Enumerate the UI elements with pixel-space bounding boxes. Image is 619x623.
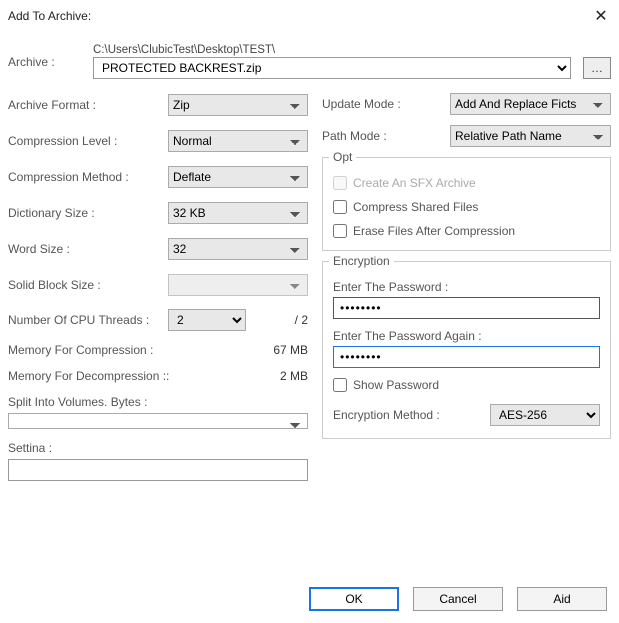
solid-block-size-select[interactable] (168, 274, 308, 296)
settings-input[interactable] (8, 459, 308, 481)
window-title: Add To Archive: (8, 9, 91, 23)
encryption-method-label: Encryption Method : (333, 408, 482, 422)
sfx-checkbox (333, 176, 347, 190)
encryption-method-select[interactable]: AES-256 (490, 404, 600, 426)
word-size-select[interactable]: 32 (168, 238, 308, 260)
split-volumes-label: Split Into Volumes. Bytes : (8, 395, 308, 409)
shared-files-checkbox[interactable] (333, 200, 347, 214)
word-size-label: Word Size : (8, 242, 168, 256)
password-label: Enter The Password : (333, 280, 600, 294)
compression-method-select[interactable]: Deflate (168, 166, 308, 188)
options-group: Opt Create An SFX Archive Compress Share… (322, 157, 611, 251)
browse-button[interactable]: … (583, 57, 611, 79)
encryption-title: Encryption (329, 254, 394, 268)
show-password-label: Show Password (353, 378, 439, 392)
archive-path: C:\Users\ClubicTest\Desktop\TEST\ (93, 44, 611, 57)
password-input[interactable] (333, 297, 600, 319)
archive-format-label: Archive Format : (8, 98, 168, 112)
dictionary-size-select[interactable]: 32 KB (168, 202, 308, 224)
sfx-label: Create An SFX Archive (353, 176, 476, 190)
archive-label: Archive : (8, 55, 83, 69)
archive-format-select[interactable]: Zip (168, 94, 308, 116)
path-mode-label: Path Mode : (322, 129, 442, 143)
compression-level-label: Compression Level : (8, 134, 168, 148)
update-mode-label: Update Mode : (322, 97, 442, 111)
encryption-group: Encryption Enter The Password : Enter Th… (322, 261, 611, 439)
options-title: Opt (329, 150, 356, 164)
cpu-threads-max: / 2 (295, 313, 308, 327)
ok-button[interactable]: OK (309, 587, 399, 611)
solid-block-size-label: Solid Block Size : (8, 278, 168, 292)
cpu-threads-label: Number Of CPU Threads : (8, 313, 168, 327)
erase-after-label: Erase Files After Compression (353, 224, 515, 238)
password-again-input[interactable] (333, 346, 600, 368)
mem-compression-label: Memory For Compression : (8, 343, 153, 357)
archive-filename-select[interactable]: PROTECTED BACKREST.zip (93, 57, 571, 79)
cpu-threads-select[interactable]: 2 (168, 309, 246, 331)
compression-level-select[interactable]: Normal (168, 130, 308, 152)
cancel-button[interactable]: Cancel (413, 587, 503, 611)
shared-files-label: Compress Shared Files (353, 200, 478, 214)
close-icon[interactable]: ✕ (591, 6, 611, 26)
password-again-label: Enter The Password Again : (333, 329, 600, 343)
mem-compression-value: 67 MB (273, 343, 308, 357)
dictionary-size-label: Dictionary Size : (8, 206, 168, 220)
split-volumes-select[interactable] (8, 413, 308, 429)
ellipsis-icon: … (591, 61, 603, 75)
compression-method-label: Compression Method : (8, 170, 168, 184)
mem-decompression-value: 2 MB (280, 369, 308, 383)
path-mode-select[interactable]: Relative Path Name (450, 125, 611, 147)
settings-label: Settina : (8, 441, 308, 455)
update-mode-select[interactable]: Add And Replace Ficts (450, 93, 611, 115)
aid-button[interactable]: Aid (517, 587, 607, 611)
mem-decompression-label: Memory For Decompression :: (8, 369, 169, 383)
show-password-checkbox[interactable] (333, 378, 347, 392)
erase-after-checkbox[interactable] (333, 224, 347, 238)
